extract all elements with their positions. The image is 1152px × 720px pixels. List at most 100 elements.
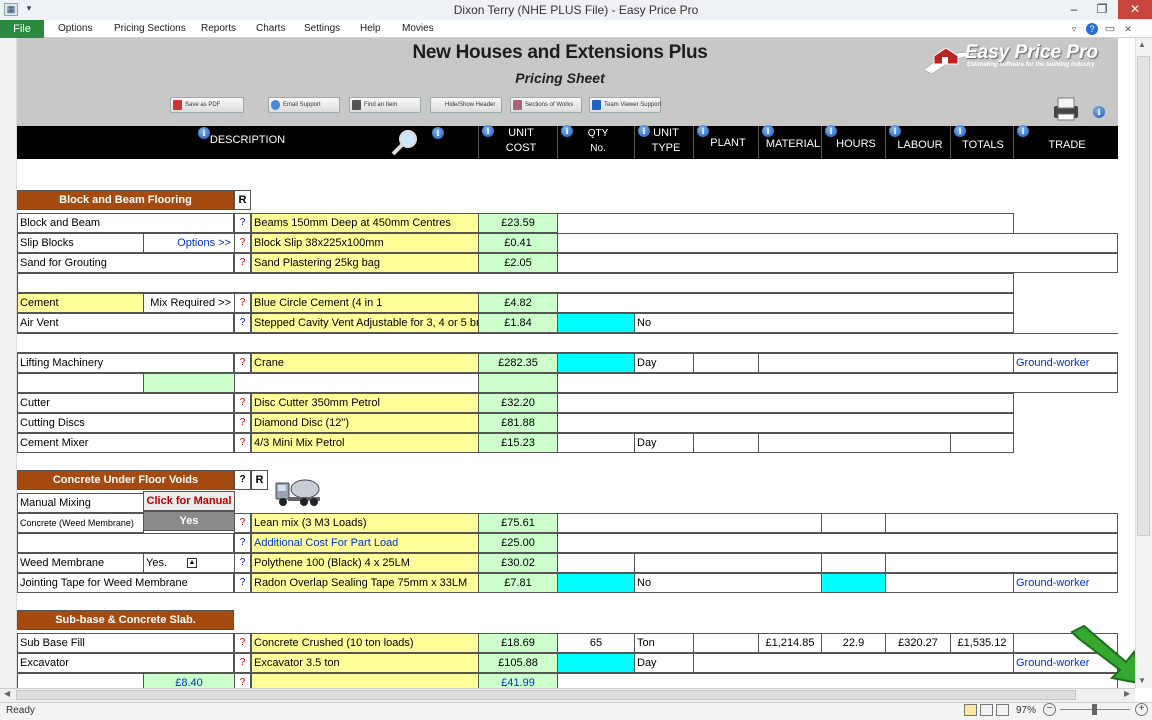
item-description[interactable]: Excavator 3.5 ton <box>251 653 479 673</box>
info-icon[interactable]: i <box>825 125 837 137</box>
help-question-button[interactable]: ? <box>234 633 251 653</box>
item-description[interactable]: Sand Plastering 25kg bag <box>251 253 479 273</box>
page-layout-view-icon[interactable] <box>980 704 993 716</box>
options-link[interactable]: Options >> <box>143 233 235 253</box>
help-question-button[interactable]: ? <box>234 353 251 373</box>
column-labour: LABOUR <box>897 139 943 151</box>
item-description[interactable]: Polythene 100 (Black) 4 x 25LM <box>251 553 479 573</box>
column-unit-type-2: TYPE <box>651 142 681 154</box>
dropdown-arrow-icon[interactable]: ▲ <box>187 558 198 569</box>
row-label: Cutting Discs <box>17 413 234 433</box>
quantity-input[interactable] <box>557 573 635 593</box>
quantity-input[interactable] <box>557 313 635 333</box>
info-icon[interactable]: i <box>954 125 966 137</box>
mix-required-link[interactable]: Mix Required >> <box>143 293 235 313</box>
help-icon[interactable]: ? <box>1086 23 1098 35</box>
item-description[interactable]: Concrete Crushed (10 ton loads) <box>251 633 479 653</box>
email-support-button[interactable]: Email Support <box>268 97 340 113</box>
page-break-view-icon[interactable] <box>996 704 1009 716</box>
zoom-in-icon[interactable]: + <box>1135 703 1148 716</box>
info-icon[interactable]: i <box>638 125 650 137</box>
menu-movies[interactable]: Movies <box>402 20 434 38</box>
reset-button[interactable]: R <box>234 190 251 210</box>
menu-options[interactable]: Options <box>58 20 92 38</box>
help-question-button[interactable]: ? <box>234 470 251 490</box>
help-question-button[interactable]: ? <box>234 213 251 233</box>
item-description[interactable]: Block Slip 38x225x100mm <box>251 233 479 253</box>
scroll-down-icon[interactable]: ▼ <box>1138 676 1146 685</box>
quantity-cell[interactable]: 65 <box>557 633 635 653</box>
quantity-input[interactable] <box>557 353 635 373</box>
menu-charts[interactable]: Charts <box>256 20 285 38</box>
item-description[interactable]: Lean mix (3 M3 Loads) <box>251 513 479 533</box>
info-icon[interactable]: i <box>762 125 774 137</box>
team-viewer-support-button[interactable]: Team Viewer Support <box>589 97 661 113</box>
reset-button[interactable]: R <box>251 470 268 490</box>
item-description[interactable]: Diamond Disc (12") <box>251 413 479 433</box>
item-description[interactable]: Radon Overlap Sealing Tape 75mm x 33LM <box>251 573 479 593</box>
row-label: Cement <box>17 293 144 313</box>
help-question-button[interactable]: ? <box>234 433 251 453</box>
binoculars-icon <box>352 100 361 110</box>
quantity-cell[interactable] <box>557 433 635 453</box>
item-description[interactable]: Disc Cutter 350mm Petrol <box>251 393 479 413</box>
item-description[interactable]: Beams 150mm Deep at 450mm Centres <box>251 213 479 233</box>
minimize-button[interactable]: – <box>1060 0 1088 19</box>
help-question-button[interactable]: ? <box>234 393 251 413</box>
sections-of-works-button[interactable]: Sections of Works <box>510 97 582 113</box>
item-description[interactable]: 4/3 Mini Mix Petrol <box>251 433 479 453</box>
scroll-left-icon[interactable]: ◀ <box>4 689 10 698</box>
vertical-scroll-thumb[interactable] <box>1137 56 1150 536</box>
info-icon[interactable]: i <box>1093 106 1105 118</box>
normal-view-icon[interactable] <box>964 704 977 716</box>
item-description[interactable]: Blue Circle Cement (4 in 1 <box>251 293 479 313</box>
help-question-button[interactable]: ? <box>234 513 251 533</box>
info-icon[interactable]: i <box>1017 125 1029 137</box>
menu-reports[interactable]: Reports <box>201 20 236 38</box>
column-qty: QTY <box>587 128 609 139</box>
menu-settings[interactable]: Settings <box>304 20 340 38</box>
close-button[interactable]: ✕ <box>1118 0 1152 19</box>
quantity-input[interactable] <box>557 653 635 673</box>
find-an-item-button[interactable]: Find an Item <box>349 97 421 113</box>
help-question-button[interactable]: ? <box>234 233 251 253</box>
help-question-button[interactable]: ? <box>234 413 251 433</box>
save-as-pdf-button[interactable]: Save as PDF <box>170 97 244 113</box>
restore-workbook-icon[interactable]: ▭ <box>1104 23 1116 35</box>
scroll-up-icon[interactable]: ▲ <box>1138 40 1146 49</box>
item-description[interactable]: Crane <box>251 353 479 373</box>
input-cell[interactable] <box>478 373 558 393</box>
menu-help[interactable]: Help <box>360 20 381 38</box>
file-menu[interactable]: File <box>0 20 44 38</box>
help-question-button[interactable]: ? <box>234 653 251 673</box>
hours-input[interactable] <box>821 573 886 593</box>
info-icon[interactable]: i <box>889 125 901 137</box>
trade-cell[interactable]: Ground-worker <box>1013 353 1118 373</box>
click-for-manual-button[interactable]: Click for Manual <box>143 491 235 511</box>
help-question-button[interactable]: ? <box>234 573 251 593</box>
yes-toggle-button[interactable]: Yes <box>143 511 235 531</box>
zoom-out-icon[interactable]: − <box>1043 703 1056 716</box>
info-icon[interactable]: i <box>432 127 444 139</box>
zoom-slider-thumb[interactable] <box>1092 704 1097 715</box>
help-question-button[interactable]: ? <box>234 253 251 273</box>
search-magnifier-icon[interactable] <box>390 128 420 156</box>
help-question-button[interactable]: ? <box>234 293 251 313</box>
quantity-cell[interactable] <box>557 553 635 573</box>
horizontal-scroll-thumb[interactable] <box>16 690 1076 700</box>
item-description[interactable]: Additional Cost For Part Load <box>251 533 479 553</box>
restore-button[interactable]: ❐ <box>1088 0 1116 19</box>
scroll-right-icon[interactable]: ▶ <box>1124 689 1130 698</box>
input-cell[interactable] <box>143 373 235 393</box>
trade-cell[interactable]: Ground-worker <box>1013 573 1118 593</box>
help-question-button[interactable]: ? <box>234 553 251 573</box>
close-workbook-icon[interactable]: ✕ <box>1122 23 1134 35</box>
weed-membrane-select[interactable]: Yes. ▲ <box>143 553 235 573</box>
printer-icon[interactable] <box>1050 96 1082 122</box>
ribbon-collapse-icon[interactable]: ▿ <box>1068 23 1080 35</box>
help-question-button[interactable]: ? <box>234 313 251 333</box>
help-question-button[interactable]: ? <box>234 533 251 553</box>
menu-pricing-sections[interactable]: Pricing Sections <box>114 20 186 38</box>
item-description[interactable]: Stepped Cavity Vent Adjustable for 3, 4 … <box>251 313 479 333</box>
hide-show-header-button[interactable]: Hide/Show Header <box>430 97 502 113</box>
